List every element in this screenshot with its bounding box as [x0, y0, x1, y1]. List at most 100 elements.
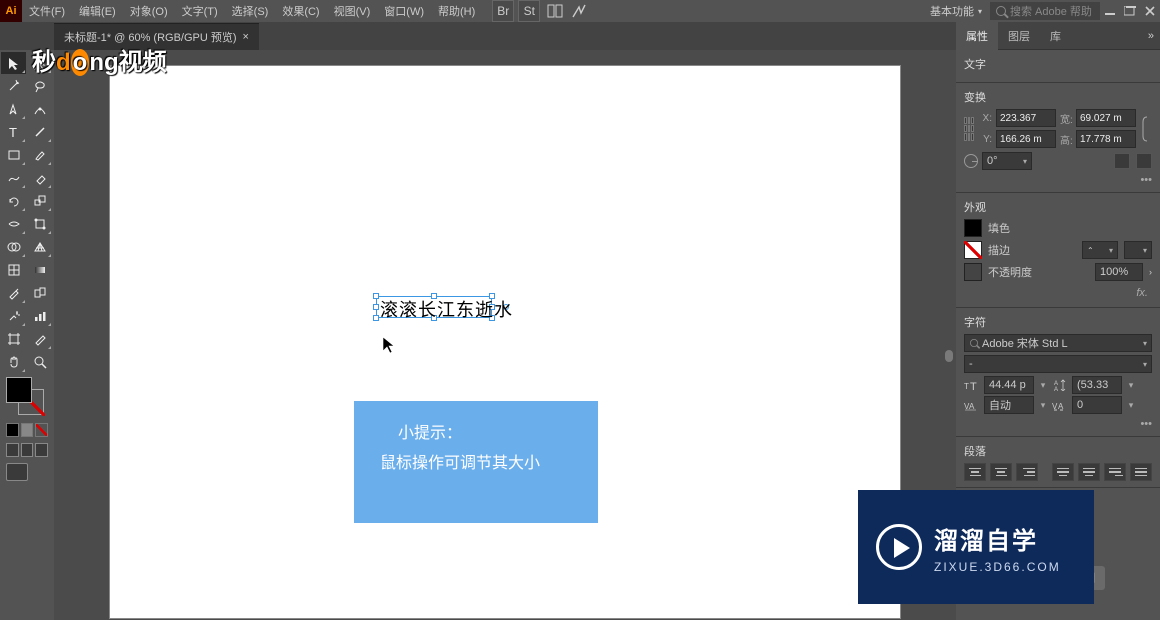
fx-button[interactable]: fx. [1136, 287, 1148, 299]
window-maximize-button[interactable] [1120, 3, 1140, 19]
tracking-input[interactable]: 0 [1072, 396, 1122, 414]
slice-tool[interactable] [27, 328, 52, 350]
align-center-button[interactable] [990, 463, 1012, 481]
canvas-area[interactable]: 滚滚长江东逝水 小提示： 鼠标操作可调节其大小 [54, 50, 956, 620]
flip-vertical-button[interactable] [1136, 153, 1152, 169]
workspace-switcher[interactable]: 基本功能 ▾ [922, 3, 990, 19]
resize-handle-tl[interactable] [373, 293, 379, 299]
artboard-tool[interactable] [1, 328, 26, 350]
justify-right-button[interactable] [1104, 463, 1126, 481]
menu-help[interactable]: 帮助(H) [431, 3, 482, 19]
scale-tool[interactable] [27, 190, 52, 212]
font-family-dropdown[interactable]: Adobe 宋体 Std L▾ [964, 334, 1152, 352]
color-mode-solid[interactable] [6, 423, 19, 437]
draw-behind[interactable] [21, 443, 34, 457]
stroke-color-swatch[interactable] [964, 241, 982, 259]
mesh-tool[interactable] [1, 259, 26, 281]
kerning-input[interactable]: 自动 [984, 396, 1034, 414]
resize-handle-bl[interactable] [373, 315, 379, 321]
menu-edit[interactable]: 编辑(E) [72, 3, 123, 19]
menu-effect[interactable]: 效果(C) [275, 3, 326, 19]
color-mode-gradient[interactable] [21, 423, 34, 437]
lasso-tool[interactable] [27, 75, 52, 97]
font-size-stepper[interactable]: ▾ [1036, 380, 1050, 391]
menu-object[interactable]: 对象(O) [123, 3, 175, 19]
tab-close-icon[interactable]: × [243, 31, 249, 43]
y-input[interactable] [996, 130, 1056, 148]
opacity-input[interactable]: 100% [1095, 263, 1143, 281]
rotation-input[interactable]: 0°▾ [982, 152, 1032, 170]
window-minimize-button[interactable] [1100, 3, 1120, 19]
tab-properties[interactable]: 属性 [956, 22, 998, 50]
menu-window[interactable]: 窗口(W) [377, 3, 431, 19]
help-search[interactable]: 搜索 Adobe 帮助 [990, 2, 1100, 20]
hand-tool[interactable] [1, 351, 26, 373]
x-input[interactable] [996, 109, 1056, 127]
panel-collapse-icon[interactable]: » [1142, 30, 1160, 42]
artboard[interactable]: 滚滚长江东逝水 小提示： 鼠标操作可调节其大小 [110, 66, 900, 618]
draw-inside[interactable] [35, 443, 48, 457]
selection-tool[interactable] [1, 52, 26, 74]
eraser-tool[interactable] [27, 167, 52, 189]
canvas-text-object[interactable]: 滚滚长江东逝水 [380, 296, 513, 322]
more-options-icon[interactable]: ••• [1140, 174, 1152, 186]
kerning-stepper[interactable]: ▾ [1036, 400, 1050, 411]
menu-file[interactable]: 文件(F) [22, 3, 72, 19]
tab-layers[interactable]: 图层 [998, 22, 1040, 50]
paintbrush-tool[interactable] [27, 144, 52, 166]
justify-left-button[interactable] [1052, 463, 1074, 481]
shape-builder-tool[interactable] [1, 236, 26, 258]
line-segment-tool[interactable] [27, 121, 52, 143]
screen-mode-button[interactable] [6, 463, 28, 481]
justify-all-button[interactable] [1130, 463, 1152, 481]
align-right-button[interactable] [1016, 463, 1038, 481]
tracking-stepper[interactable]: ▾ [1124, 400, 1138, 411]
constrain-proportions-icon[interactable] [1142, 114, 1152, 144]
blend-tool[interactable] [27, 282, 52, 304]
width-tool[interactable] [1, 213, 26, 235]
character-more-icon[interactable]: ••• [1140, 418, 1152, 430]
color-mode-none[interactable] [35, 423, 48, 437]
menu-type[interactable]: 文字(T) [175, 3, 225, 19]
leading-input[interactable]: (53.33 [1072, 376, 1122, 394]
pen-tool[interactable] [1, 98, 26, 120]
width-input[interactable] [1076, 109, 1136, 127]
stroke-profile-dropdown[interactable]: ▾ [1124, 241, 1152, 259]
height-input[interactable] [1076, 130, 1136, 148]
justify-center-button[interactable] [1078, 463, 1100, 481]
zoom-tool[interactable] [27, 351, 52, 373]
leading-stepper[interactable]: ▾ [1124, 380, 1138, 391]
reference-point-picker[interactable] [964, 117, 974, 141]
rotate-tool[interactable] [1, 190, 26, 212]
type-tool[interactable]: T [1, 121, 26, 143]
bridge-icon[interactable]: Br [492, 0, 514, 22]
perspective-grid-tool[interactable] [27, 236, 52, 258]
arrange-documents-icon[interactable] [544, 0, 566, 22]
stock-icon[interactable]: St [518, 0, 540, 22]
curvature-tool[interactable] [27, 98, 52, 120]
rectangle-tool[interactable] [1, 144, 26, 166]
fill-swatch[interactable] [6, 377, 32, 403]
opacity-slider-icon[interactable]: › [1149, 267, 1152, 277]
symbol-sprayer-tool[interactable] [1, 305, 26, 327]
column-graph-tool[interactable] [27, 305, 52, 327]
gradient-tool[interactable] [27, 259, 52, 281]
fill-color-swatch[interactable] [964, 219, 982, 237]
flip-horizontal-button[interactable] [1114, 153, 1130, 169]
align-left-button[interactable] [964, 463, 986, 481]
magic-wand-tool[interactable] [1, 75, 26, 97]
menu-view[interactable]: 视图(V) [327, 3, 378, 19]
tab-libraries[interactable]: 库 [1040, 22, 1071, 50]
resize-handle-ml[interactable] [373, 304, 379, 310]
eyedropper-tool[interactable] [1, 282, 26, 304]
shaper-tool[interactable] [1, 167, 26, 189]
font-size-input[interactable]: 44.44 p [984, 376, 1034, 394]
menu-select[interactable]: 选择(S) [225, 3, 276, 19]
window-close-button[interactable] [1140, 3, 1160, 19]
font-style-dropdown[interactable]: -▾ [964, 355, 1152, 373]
gpu-perf-icon[interactable] [568, 0, 590, 22]
free-transform-tool[interactable] [27, 213, 52, 235]
scrollbar-thumb[interactable] [945, 350, 953, 362]
stroke-weight-input[interactable]: ⌃▾ [1082, 241, 1118, 259]
draw-normal[interactable] [6, 443, 19, 457]
